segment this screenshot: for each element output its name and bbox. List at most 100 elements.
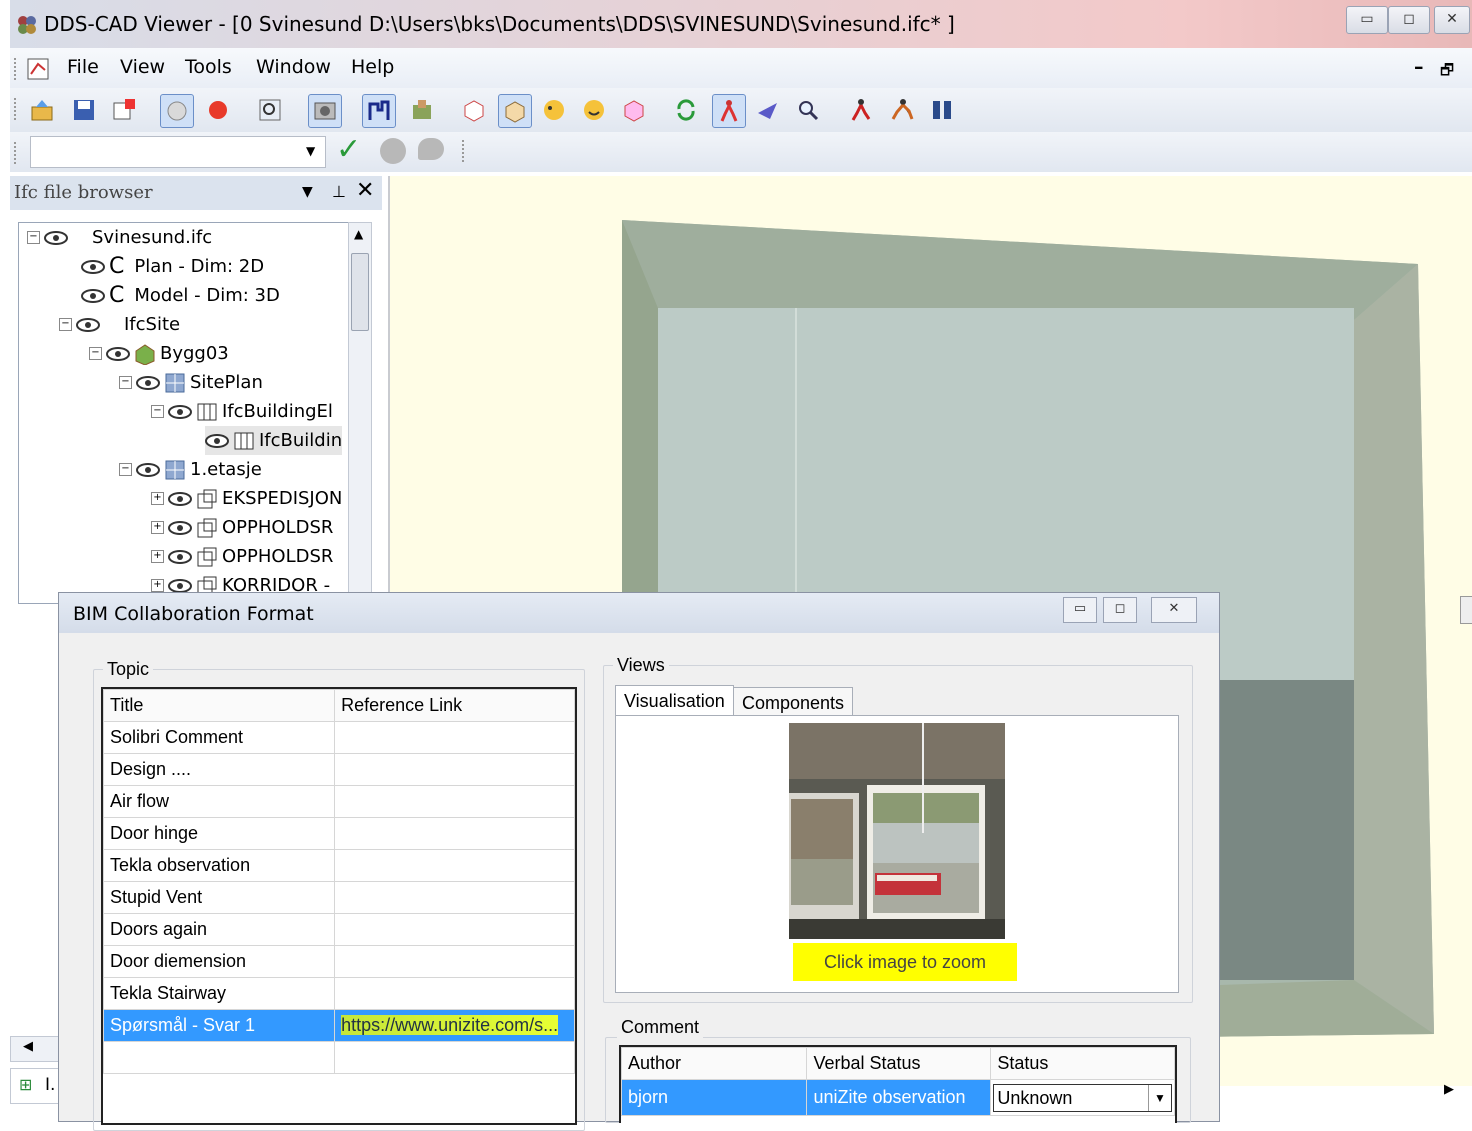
tree-node[interactable]: − IfcSite — [59, 310, 180, 339]
chevron-down-icon[interactable]: ▼ — [1148, 1084, 1171, 1111]
tree-node[interactable]: − IfcBuildingEl — [151, 397, 333, 426]
expand-icon[interactable]: + — [151, 550, 164, 563]
eye-icon[interactable] — [168, 549, 192, 564]
highlighted-link[interactable]: https://www.unizite.com/s... — [341, 1015, 559, 1035]
table-row[interactable]: Stupid Vent — [103, 881, 575, 914]
walk-icon[interactable] — [362, 94, 396, 128]
column-header-reference-link[interactable]: Reference Link — [334, 689, 575, 722]
viewport-handle[interactable] — [1460, 596, 1472, 624]
comment-row[interactable]: bjorn uniZite observation Unknown ▼ — [621, 1079, 1175, 1116]
table-row[interactable]: Tekla observation — [103, 849, 575, 882]
save-icon[interactable] — [68, 94, 100, 126]
collapse-icon[interactable]: − — [27, 231, 40, 244]
table-row[interactable]: Tekla Stairway — [103, 977, 575, 1010]
eye-icon[interactable] — [136, 375, 160, 390]
eye-icon[interactable] — [205, 433, 229, 448]
tree-node[interactable]: IfcBuildin — [205, 426, 343, 455]
section-icon[interactable] — [618, 94, 650, 126]
tab-ifc-browser[interactable]: ⊞ I. — [10, 1068, 60, 1104]
topic-link[interactable]: https://www.unizite.com/s... — [334, 1009, 575, 1042]
tree-node[interactable]: − SitePlan — [119, 368, 263, 397]
table-row[interactable]: Solibri Comment — [103, 721, 575, 754]
refresh-icon[interactable] — [670, 94, 702, 126]
column-header-status[interactable]: Status — [990, 1047, 1175, 1080]
table-row-selected[interactable]: Spørsmål - Svar 1 https://www.unizite.com… — [103, 1009, 575, 1042]
menu-window[interactable]: Window — [256, 56, 331, 78]
mdi-restore-button[interactable]: 🗗 — [1440, 60, 1454, 85]
status-select[interactable]: Unknown ▼ — [990, 1079, 1175, 1116]
open-icon[interactable] — [26, 94, 58, 126]
column-header-author[interactable]: Author — [621, 1047, 808, 1080]
table-row[interactable]: Doors again — [103, 913, 575, 946]
column-header-verbal-status[interactable]: Verbal Status — [806, 1047, 992, 1080]
circle-gray-icon[interactable] — [380, 138, 406, 164]
collapse-icon[interactable]: − — [119, 463, 132, 476]
menu-tools[interactable]: Tools — [185, 56, 232, 78]
close-button[interactable]: ✕ — [1434, 6, 1470, 34]
comment-icon[interactable] — [418, 138, 444, 160]
column-header-title[interactable]: Title — [103, 689, 336, 722]
person-icon[interactable] — [712, 94, 746, 128]
section-box-icon[interactable] — [458, 94, 490, 126]
collapse-icon[interactable]: − — [59, 318, 72, 331]
tab-visualisation[interactable]: Visualisation — [615, 685, 734, 717]
tree-node[interactable]: − Bygg03 — [89, 339, 229, 368]
horizontal-scrollbar[interactable]: ◀ — [10, 1036, 60, 1062]
eye-icon[interactable] — [81, 288, 105, 303]
dropdown-arrow-icon[interactable]: ▼ — [302, 184, 313, 200]
person-walk-icon[interactable] — [844, 94, 876, 126]
person-run-icon[interactable] — [886, 94, 918, 126]
expand-icon[interactable]: + — [151, 492, 164, 505]
camera-icon[interactable] — [308, 94, 342, 128]
tree-node[interactable]: − Svinesund.ifc — [27, 223, 212, 252]
tree-node[interactable]: + EKSPEDISJON — [151, 484, 342, 513]
eye-icon[interactable] — [76, 317, 100, 332]
dialog-maximize-button[interactable]: ◻ — [1103, 597, 1137, 623]
maximize-button[interactable]: ◻ — [1388, 6, 1430, 34]
eye-icon[interactable] — [136, 462, 160, 477]
record-icon[interactable] — [202, 94, 234, 126]
face-icon[interactable] — [578, 94, 610, 126]
menu-file[interactable]: File — [67, 56, 99, 78]
eye-icon[interactable] — [44, 230, 68, 245]
collapse-icon[interactable]: − — [89, 347, 102, 360]
menu-view[interactable]: View — [120, 56, 165, 78]
tree-node[interactable]: + OPPHOLDSR — [151, 513, 333, 542]
selection-combo[interactable] — [30, 136, 326, 168]
table-row[interactable]: Air flow — [103, 785, 575, 818]
snapshot-image[interactable] — [789, 723, 1005, 939]
scroll-left-icon[interactable]: ◀ — [23, 1039, 33, 1054]
close-panel-icon[interactable]: ✕ — [356, 178, 374, 203]
eye-icon[interactable] — [168, 404, 192, 419]
scroll-up-icon[interactable]: ▲ — [354, 227, 363, 241]
mdi-minimize-button[interactable]: – — [1414, 56, 1424, 78]
binoculars-icon[interactable] — [926, 94, 958, 126]
chevron-down-icon[interactable]: ▼ — [306, 144, 315, 158]
export-icon[interactable] — [108, 94, 140, 126]
fly-icon[interactable] — [752, 94, 784, 126]
eye-icon[interactable] — [168, 520, 192, 535]
eye-icon[interactable] — [168, 578, 192, 593]
scroll-right-icon[interactable]: ▶ — [1444, 1082, 1454, 1097]
table-row[interactable]: Door diemension — [103, 945, 575, 978]
zoom-window-icon[interactable] — [254, 94, 286, 126]
tree-node[interactable]: C Plan - Dim: 2D — [81, 252, 264, 281]
circle-icon[interactable] — [160, 94, 194, 128]
box-icon[interactable] — [498, 94, 532, 128]
model-icon[interactable] — [406, 94, 438, 126]
minimize-button[interactable]: ▭ — [1346, 6, 1388, 34]
collapse-icon[interactable]: − — [119, 376, 132, 389]
tree-scrollbar[interactable]: ▲ — [348, 222, 372, 604]
eye-icon[interactable] — [168, 491, 192, 506]
face-left-icon[interactable] — [538, 94, 570, 126]
eye-icon[interactable] — [81, 259, 105, 274]
dialog-close-button[interactable]: ✕ — [1151, 597, 1197, 623]
dialog-minimize-button[interactable]: ▭ — [1063, 597, 1097, 623]
table-row[interactable]: Door hinge — [103, 817, 575, 850]
menu-help[interactable]: Help — [351, 56, 394, 78]
search-icon[interactable] — [792, 94, 824, 126]
tree-node[interactable]: − 1.etasje — [119, 455, 262, 484]
table-row[interactable]: Design .... — [103, 753, 575, 786]
tree-node[interactable]: + OPPHOLDSR — [151, 542, 333, 571]
pin-icon[interactable]: ⊥ — [332, 182, 346, 201]
